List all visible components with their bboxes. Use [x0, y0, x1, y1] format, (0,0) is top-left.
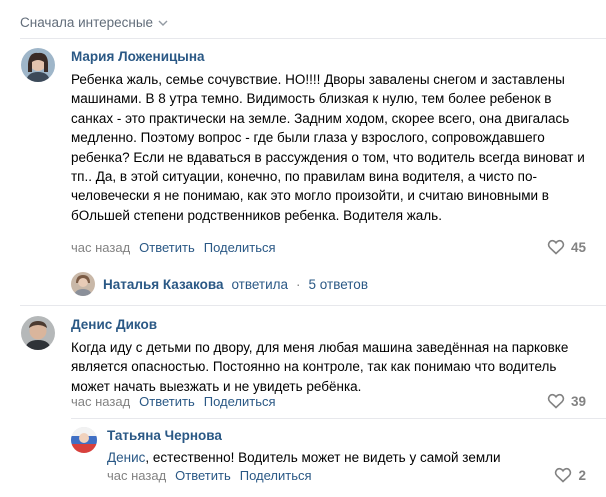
like-count: 2: [578, 467, 586, 483]
mention-link[interactable]: Денис: [107, 450, 145, 465]
share-button[interactable]: Поделиться: [204, 393, 276, 411]
divider: [71, 418, 606, 419]
heart-icon: [547, 393, 565, 409]
heart-icon: [547, 239, 565, 255]
like-button[interactable]: 2: [554, 467, 586, 483]
share-button[interactable]: Поделиться: [204, 239, 276, 257]
sort-dropdown[interactable]: Сначала интересные: [20, 15, 169, 30]
heart-icon: [555, 467, 572, 483]
avatar[interactable]: [71, 427, 97, 453]
avatar[interactable]: [21, 48, 55, 82]
sort-label: Сначала интересные: [20, 15, 154, 30]
thread-reply-count[interactable]: 5 ответов: [309, 277, 368, 292]
thread-verb: ответила: [231, 276, 289, 292]
reply-comment: Татьяна Чернова Денис, естественно! Води…: [107, 427, 586, 467]
like-button[interactable]: 39: [547, 393, 586, 409]
comment: Мария Ложеницына Ребенка жаль, семье соч…: [71, 48, 586, 225]
like-button[interactable]: 45: [547, 239, 586, 255]
reply-button[interactable]: Ответить: [139, 239, 195, 257]
comment-author[interactable]: Денис Диков: [71, 316, 586, 334]
divider: [20, 305, 606, 306]
comment-time[interactable]: час назад: [71, 239, 130, 257]
comment-text: Денис, естественно! Водитель может не ви…: [107, 448, 586, 467]
thread-author[interactable]: Наталья Казакова: [103, 277, 223, 292]
divider: [20, 38, 606, 39]
comment-time[interactable]: час назад: [107, 467, 166, 485]
like-count: 39: [570, 393, 586, 409]
reply-button[interactable]: Ответить: [139, 393, 195, 411]
comment-text: Ребенка жаль, семье сочувствие. НО!!!! Д…: [71, 72, 585, 223]
share-button[interactable]: Поделиться: [240, 467, 312, 485]
comment: Денис Диков Когда иду с детьми по двору,…: [71, 316, 586, 396]
comment-meta: час назад Ответить Поделиться: [71, 239, 276, 257]
like-count: 45: [570, 239, 586, 255]
reply-button[interactable]: Ответить: [175, 467, 231, 485]
avatar: [71, 272, 95, 296]
reply-text: , естественно! Водитель может не видеть …: [145, 450, 501, 465]
chevron-down-icon: [158, 20, 168, 26]
comment-author[interactable]: Татьяна Чернова: [107, 427, 586, 445]
comment-time[interactable]: час назад: [71, 393, 130, 411]
comment-text: Когда иду с детьми по двору, для меня лю…: [71, 340, 569, 394]
avatar[interactable]: [21, 316, 55, 350]
replies-thread[interactable]: Наталья Казакова ответила · 5 ответов: [71, 272, 586, 296]
comment-meta: час назад Ответить Поделиться: [107, 467, 312, 485]
comment-author[interactable]: Мария Ложеницына: [71, 48, 586, 66]
thread-dot: ·: [296, 276, 301, 292]
comment-meta: час назад Ответить Поделиться: [71, 393, 276, 411]
